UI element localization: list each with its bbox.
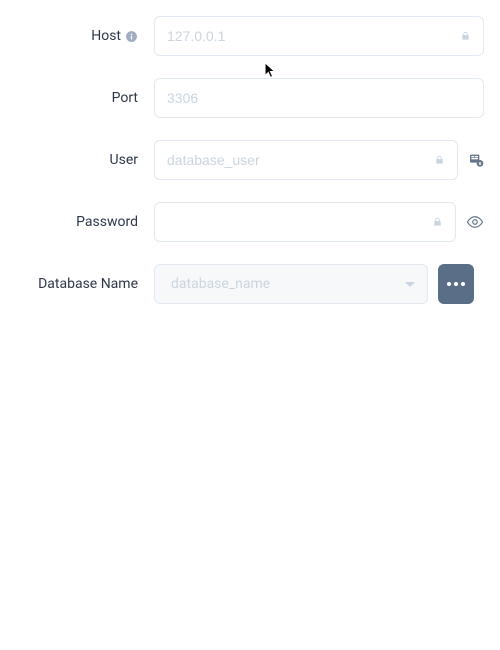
field-host xyxy=(154,16,484,56)
chevron-down-icon xyxy=(405,282,415,287)
label-host-wrap: Host xyxy=(0,28,154,44)
more-icon xyxy=(447,282,451,286)
password-icons xyxy=(432,216,443,228)
password-input[interactable] xyxy=(167,203,424,241)
user-input[interactable] xyxy=(167,141,426,179)
lock-icon xyxy=(434,154,445,166)
label-user-wrap: User xyxy=(0,152,154,168)
host-input[interactable] xyxy=(167,17,452,55)
password-input-wrap xyxy=(154,202,456,242)
field-database: database_name xyxy=(154,264,484,304)
database-connection-form: Host Port xyxy=(0,0,500,304)
label-port-wrap: Port xyxy=(0,90,154,106)
row-port: Port xyxy=(0,78,484,118)
field-port xyxy=(154,78,484,118)
port-input[interactable] xyxy=(167,79,471,117)
host-input-wrap xyxy=(154,16,484,56)
lock-icon xyxy=(460,30,471,42)
svg-text:6: 6 xyxy=(479,161,482,166)
row-password: Password xyxy=(0,202,484,242)
sid-icon[interactable]: 6 xyxy=(468,152,484,168)
field-password xyxy=(154,202,484,242)
eye-icon[interactable] xyxy=(466,213,484,231)
database-select[interactable]: database_name xyxy=(154,264,428,304)
user-icons xyxy=(434,154,445,166)
host-icons xyxy=(460,30,471,42)
label-port: Port xyxy=(112,90,138,106)
more-icon xyxy=(461,282,465,286)
port-input-wrap xyxy=(154,78,484,118)
field-user: 6 xyxy=(154,140,484,180)
row-user: User 6 xyxy=(0,140,484,180)
label-user: User xyxy=(110,152,138,168)
label-database: Database Name xyxy=(38,276,138,292)
info-icon[interactable] xyxy=(125,30,138,43)
label-password: Password xyxy=(76,214,138,230)
row-host: Host xyxy=(0,16,484,56)
database-select-placeholder: database_name xyxy=(171,276,405,292)
row-database: Database Name database_name xyxy=(0,264,484,304)
lock-icon xyxy=(432,216,443,228)
more-actions-button[interactable] xyxy=(438,264,474,304)
label-database-wrap: Database Name xyxy=(0,276,154,292)
user-input-wrap xyxy=(154,140,458,180)
more-icon xyxy=(454,282,458,286)
label-host: Host xyxy=(91,28,121,44)
label-password-wrap: Password xyxy=(0,214,154,230)
